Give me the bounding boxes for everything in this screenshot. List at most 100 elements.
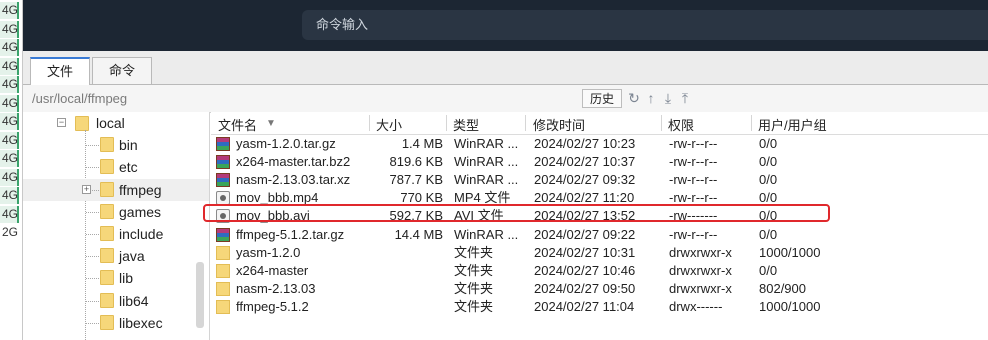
file-modified: 2024/02/27 09:32 (534, 172, 636, 188)
rar-icon (216, 155, 230, 170)
strip-item[interactable]: 4G (0, 20, 19, 38)
file-owner: 1000/1000 (759, 298, 821, 314)
tree-item-label: java (119, 248, 145, 265)
file-type: WinRAR ... (454, 136, 519, 151)
tree-item-label: ffmpeg (119, 181, 162, 198)
file-modified: 2024/02/27 10:31 (534, 244, 636, 260)
tab-commands[interactable]: 命令 (92, 57, 152, 84)
strip-item[interactable]: 2G (0, 224, 19, 241)
file-type: 文件夹 (454, 244, 494, 260)
tree-item-bin[interactable]: bin (23, 134, 209, 156)
tree-item-include[interactable]: include (23, 223, 209, 245)
up-icon[interactable]: ↑ (644, 90, 658, 106)
strip-item[interactable]: 4G (0, 187, 19, 204)
download-icon[interactable]: ⤓ (661, 90, 675, 106)
tree-item-java[interactable]: java (23, 245, 209, 267)
file-modified: 2024/02/27 11:04 (534, 298, 635, 314)
current-path[interactable]: /usr/local/ffmpeg (32, 91, 127, 106)
tree-item-libexec[interactable]: libexec (23, 312, 209, 334)
file-row[interactable]: yasm-1.2.0.tar.gz 1.4 MB WinRAR ... 2024/02… (211, 135, 988, 153)
folder-icon (100, 203, 114, 219)
folder-icon (100, 226, 114, 241)
tree-scrollbar[interactable] (196, 262, 204, 328)
strip-item[interactable]: 4G (0, 2, 19, 19)
tree-item-label: etc (119, 159, 138, 176)
tree-item-label: bin (119, 137, 138, 154)
path-bar: /usr/local/ffmpeg 历史 ↻ ↑ ⤓ ⤒ (23, 85, 988, 113)
tree-item-lib[interactable]: lib (23, 267, 209, 289)
folder-icon (216, 263, 230, 278)
column-size[interactable]: 大小 (376, 115, 402, 134)
rar-icon (216, 173, 230, 188)
file-owner: 0/0 (759, 172, 778, 188)
file-type: 文件夹 (454, 298, 494, 314)
file-type: WinRAR ... (454, 154, 519, 170)
file-name: yasm-1.2.0.tar.gz (236, 136, 336, 151)
column-permissions[interactable]: 权限 (668, 115, 694, 134)
file-type: 文件夹 (454, 280, 494, 296)
file-owner: 1000/1000 (759, 244, 821, 260)
file-name: nasm-2.13.03 (236, 280, 316, 296)
file-name: ffmpeg-5.1.2.tar.gz (236, 226, 345, 242)
tab-files[interactable]: 文件 (30, 57, 90, 85)
folder-icon (100, 181, 114, 197)
column-type[interactable]: 类型 (453, 115, 479, 134)
history-button[interactable]: 历史 (582, 89, 622, 108)
folder-icon (216, 245, 230, 260)
collapse-icon[interactable]: − (57, 118, 66, 127)
tree-item-etc[interactable]: etc (23, 156, 209, 178)
folder-icon (75, 116, 89, 131)
file-size: 14.4 MB (394, 226, 443, 242)
file-row[interactable]: yasm-1.2.0 文件夹 2024/02/27 10:31 drwxrwxr-x 1… (211, 244, 988, 262)
file-row[interactable]: nasm-2.13.03.tar.xz 787.7 KB WinRAR ... 202… (211, 171, 988, 189)
folder-icon (100, 292, 114, 308)
strip-item[interactable]: 4G (0, 39, 19, 56)
file-row[interactable]: x264-master 文件夹 2024/02/27 10:46 drwxrwxr-x… (211, 262, 988, 280)
command-input[interactable]: 命令输入 (302, 10, 988, 40)
file-owner: 0/0 (759, 262, 778, 278)
strip-item[interactable]: 4G (0, 205, 19, 223)
file-modified: 2024/02/27 09:22 (534, 226, 636, 242)
folder-icon (100, 248, 114, 264)
tree-item-ffmpeg[interactable]: + ffmpeg (23, 178, 209, 201)
file-name: x264-master (236, 262, 309, 278)
strip-item[interactable]: 4G (0, 76, 19, 93)
file-size: 787.7 KB (389, 172, 444, 188)
file-permissions: drwx------ (669, 298, 723, 314)
strip-item[interactable]: 4G (0, 57, 19, 75)
strip-item[interactable]: 4G (0, 168, 19, 186)
folder-icon (100, 137, 114, 153)
tree-item-local[interactable]: − local (23, 112, 209, 134)
column-modified[interactable]: 修改时间 (533, 115, 585, 134)
file-name: ffmpeg-5.1.2 (236, 298, 309, 314)
upload-icon[interactable]: ⤒ (678, 90, 692, 106)
file-row[interactable]: ffmpeg-5.1.2 文件夹 2024/02/27 11:04 drwx-----… (211, 298, 988, 316)
file-permissions: drwxrwxr-x (669, 244, 732, 260)
file-type: 文件夹 (454, 262, 494, 278)
file-row[interactable]: nasm-2.13.03 文件夹 2024/02/27 09:50 drwxrwxr-… (211, 280, 988, 298)
expand-icon[interactable]: + (82, 184, 91, 194)
column-name[interactable]: 文件名 (218, 115, 257, 134)
file-owner: 0/0 (759, 154, 778, 170)
file-permissions: -rw-r--r-- (669, 154, 718, 170)
refresh-icon[interactable]: ↻ (627, 90, 641, 106)
tree-item-games[interactable]: games (23, 201, 209, 223)
tree-item-label: lib (119, 270, 134, 287)
file-row[interactable]: x264-master.tar.bz2 819.6 KB WinRAR ... 202… (211, 153, 988, 171)
file-owner: 802/900 (759, 280, 806, 296)
file-list: 文件名 ▼ 大小 类型 修改时间 权限 用户/用户组 yasm-1.2.0.ta… (211, 112, 988, 340)
strip-item[interactable]: 4G (0, 94, 19, 112)
file-permissions: drwxrwxr-x (669, 280, 732, 296)
file-row[interactable]: ffmpeg-5.1.2.tar.gz 14.4 MB WinRAR ... 2024… (211, 226, 988, 244)
column-owner[interactable]: 用户/用户组 (758, 115, 827, 134)
strip-item[interactable]: 4G (0, 131, 19, 149)
strip-item[interactable]: 4G (0, 150, 19, 167)
sort-down-icon[interactable]: ▼ (266, 118, 276, 129)
folder-icon (100, 159, 114, 175)
strip-item[interactable]: 4G (0, 113, 19, 130)
file-name: yasm-1.2.0 (236, 244, 301, 260)
folder-icon (216, 281, 230, 296)
directory-tree: − local bin etc + ffmpeg games include java lib li… (23, 112, 210, 340)
tree-item-lib64[interactable]: lib64 (23, 290, 209, 312)
file-name: nasm-2.13.03.tar.xz (236, 172, 351, 188)
